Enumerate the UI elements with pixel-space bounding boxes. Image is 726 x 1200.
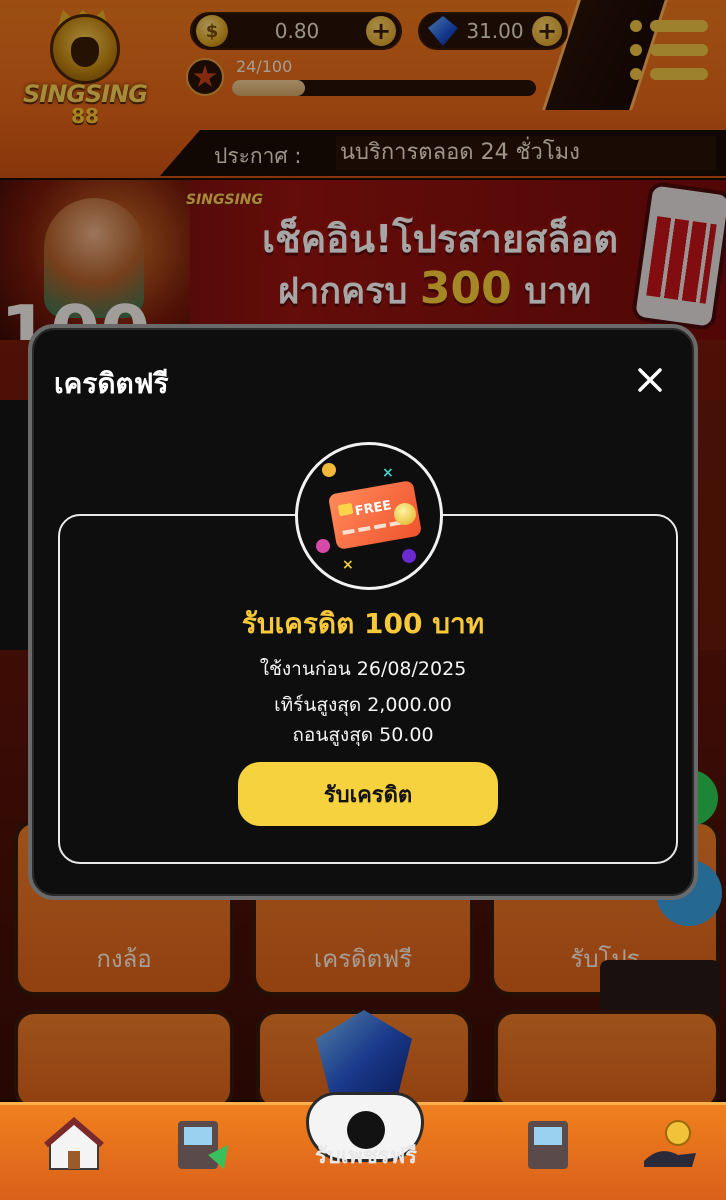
free-credit-icon: FREE × × (295, 442, 443, 590)
expiry-date: ใช้งานก่อน 26/08/2025 (259, 658, 467, 680)
atm-icon (178, 1121, 228, 1169)
sparkle-icon: × (382, 465, 394, 481)
free-card-text: FREE (353, 498, 393, 520)
max-withdraw: ถอนสูงสุด 50.00 (292, 724, 434, 746)
nav-item-withdraw[interactable] (496, 1105, 596, 1200)
sparkle-icon: × (342, 557, 354, 573)
close-icon (638, 368, 662, 392)
free-credit-modal: เครดิตฟรี FREE × × รับเครดิต 100 บาท ใช้… (28, 324, 698, 900)
coin-icon (394, 503, 416, 525)
hand-coin-icon (644, 1120, 696, 1167)
claim-credit-button[interactable]: รับเครดิต (238, 762, 498, 826)
atm-icon (528, 1121, 568, 1169)
max-turnover: เทิร์นสูงสุด 2,000.00 (274, 694, 452, 716)
close-button[interactable] (632, 362, 668, 398)
modal-title: เครดิตฟรี (54, 367, 169, 400)
nav-item-deposit[interactable] (150, 1105, 250, 1200)
nav-item-home[interactable] (24, 1105, 124, 1200)
reward-title: รับเครดิต 100 บาท (241, 607, 485, 640)
free-gem-label: รับเพชรฟรี (315, 1144, 417, 1169)
house-icon (44, 1117, 104, 1170)
nav-item-wallet[interactable] (620, 1105, 720, 1200)
